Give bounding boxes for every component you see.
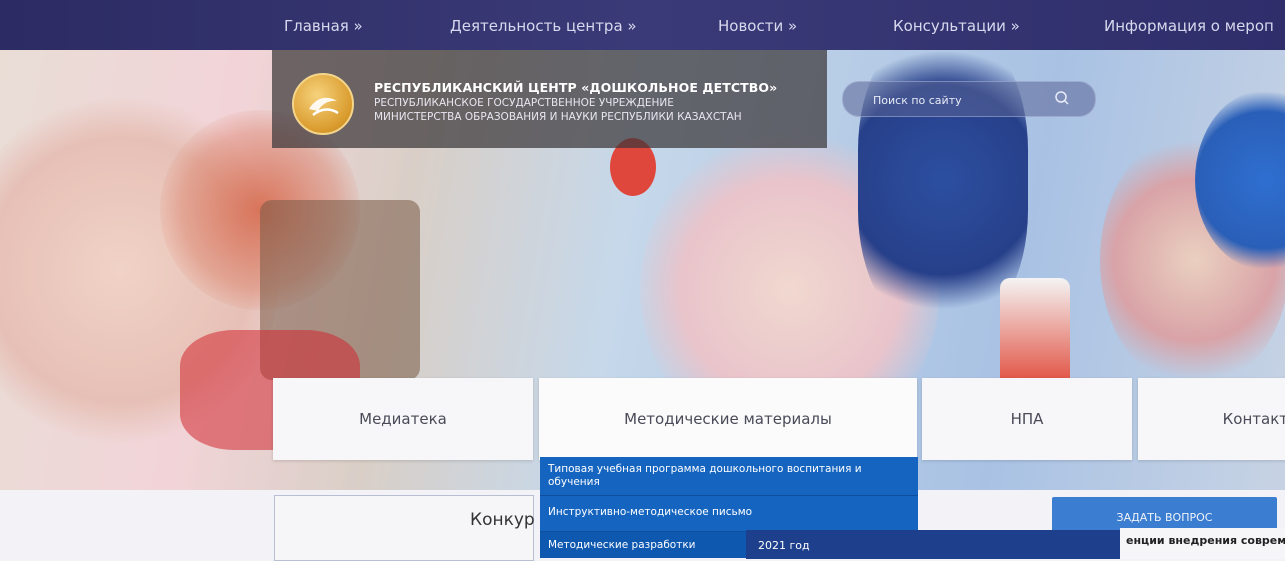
section-title: Конкур xyxy=(470,510,535,530)
nav-item-center-activity[interactable]: Деятельность центра » xyxy=(450,17,637,35)
sidebar-news-text: енции внедрения соврем xyxy=(1126,534,1285,547)
tile-npa[interactable]: НПА xyxy=(922,378,1132,460)
org-subtitle-2: МИНИСТЕРСТВА ОБРАЗОВАНИЯ И НАУКИ РЕСПУБЛ… xyxy=(374,111,742,123)
tile-methodical-materials[interactable]: Методические материалы xyxy=(539,378,917,460)
center-logo[interactable] xyxy=(292,73,354,135)
top-navigation: Главная » Деятельность центра » Новости … xyxy=(0,0,1285,50)
submenu-years: 2021 год xyxy=(746,530,1120,559)
org-title: РЕСПУБЛИКАНСКИЙ ЦЕНТР «ДОШКОЛЬНОЕ ДЕТСТВ… xyxy=(374,80,778,95)
tile-media-library[interactable]: Медиатека xyxy=(273,378,533,460)
nav-item-home[interactable]: Главная » xyxy=(284,17,363,35)
org-subtitle-1: РЕСПУБЛИКАНСКОЕ ГОСУДАРСТВЕННОЕ УЧРЕЖДЕН… xyxy=(374,97,674,109)
site-search xyxy=(842,81,1096,117)
nav-item-news[interactable]: Новости » xyxy=(718,17,797,35)
search-input[interactable] xyxy=(871,89,1055,111)
tile-contacts[interactable]: Контакт xyxy=(1138,378,1285,460)
dropdown-item-instructional-letter[interactable]: Инструктивно-методическое письмо xyxy=(540,495,918,531)
nav-item-consultations[interactable]: Консультации » xyxy=(893,17,1020,35)
dropdown-item-standard-program[interactable]: Типовая учебная программа дошкольного во… xyxy=(540,457,918,495)
hero-photo-cup xyxy=(1000,278,1070,388)
logo-hands-icon xyxy=(309,97,339,116)
nav-item-events-info[interactable]: Информация о мероп xyxy=(1104,17,1274,35)
search-icon[interactable] xyxy=(1053,89,1071,107)
submenu-item-2021[interactable]: 2021 год xyxy=(758,539,810,552)
